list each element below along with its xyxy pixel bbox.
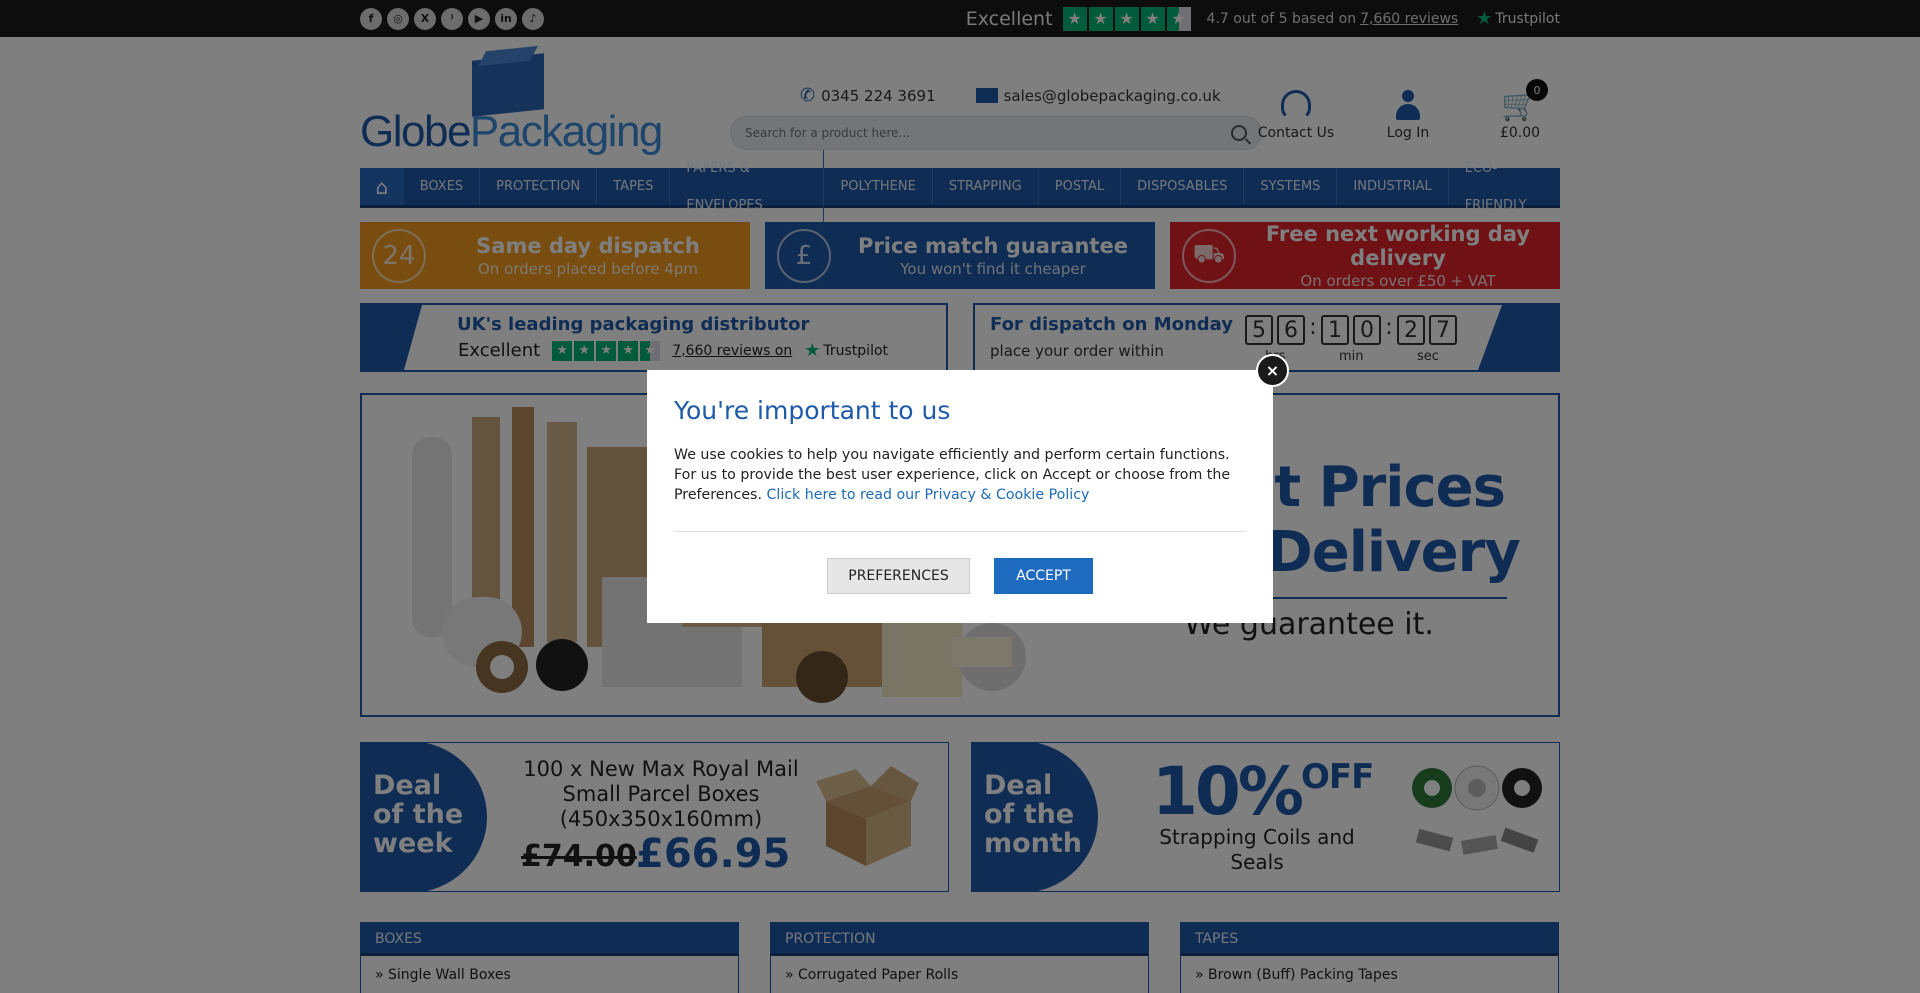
privacy-policy-link[interactable]: Click here to read our Privacy & Cookie … [766, 487, 1089, 503]
divider [674, 531, 1246, 532]
modal-body: We use cookies to help you navigate effi… [674, 445, 1246, 505]
cookie-consent-modal: You're important to us We use cookies to… [647, 370, 1273, 623]
accept-button[interactable]: ACCEPT [994, 558, 1093, 594]
preferences-button[interactable]: PREFERENCES [827, 558, 970, 594]
close-icon[interactable]: × [1256, 354, 1289, 387]
modal-title: You're important to us [674, 396, 951, 425]
